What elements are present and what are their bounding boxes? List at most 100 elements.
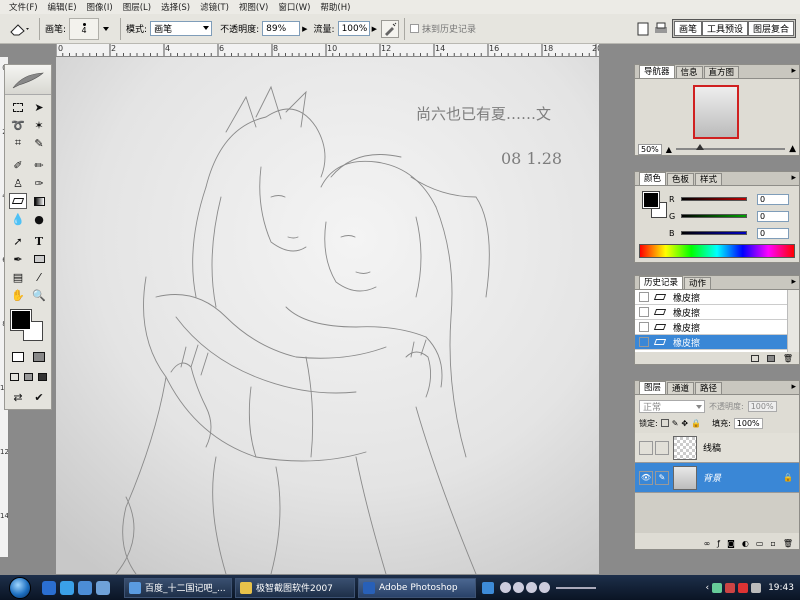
start-button[interactable] xyxy=(0,575,40,600)
flow-input[interactable]: 100% xyxy=(337,21,370,36)
stop-icon[interactable] xyxy=(513,582,524,593)
marquee-tool[interactable] xyxy=(9,99,27,115)
eraser-tool[interactable] xyxy=(9,193,27,209)
history-scrollbar[interactable] xyxy=(787,290,799,352)
menu-edit[interactable]: 编辑(E) xyxy=(43,1,82,13)
history-source-checkbox[interactable] xyxy=(639,292,649,302)
lock-position-icon[interactable]: ✥ xyxy=(681,419,688,428)
pen-tool[interactable]: ✒ xyxy=(9,251,27,267)
move-tool[interactable]: ➤ xyxy=(30,99,48,115)
zoom-slider-thumb[interactable] xyxy=(695,144,704,150)
panel-menu-icon[interactable]: ▸ xyxy=(791,382,796,392)
quicklaunch-app-icon[interactable] xyxy=(78,580,92,595)
tab-layers[interactable]: 图层 xyxy=(639,381,667,394)
tray-chevron-icon[interactable]: ‹ xyxy=(705,583,709,593)
history-source-checkbox[interactable] xyxy=(639,337,649,347)
tray-network-icon[interactable] xyxy=(712,582,723,593)
dock-tab-brushes[interactable]: 画笔 xyxy=(673,21,702,36)
jump-to-imageready-button[interactable]: ⇄ xyxy=(9,389,27,405)
menu-view[interactable]: 视图(V) xyxy=(234,1,273,13)
snapshot-icon[interactable] xyxy=(766,354,775,362)
dock-tab-layer-comps[interactable]: 图层复合 xyxy=(747,21,794,36)
tray-app-icon[interactable] xyxy=(725,582,736,593)
history-source-checkbox[interactable] xyxy=(639,307,649,317)
lock-all-icon[interactable]: 🔒 xyxy=(691,419,701,428)
document-canvas[interactable]: 尚六也已有夏……文 08 1.28 xyxy=(56,57,599,574)
tray-security-icon[interactable] xyxy=(738,582,749,593)
eyedropper-tool[interactable]: ⁄ xyxy=(30,269,48,285)
layer-mask-icon[interactable]: ◙ xyxy=(727,539,735,548)
new-group-icon[interactable]: ▭ xyxy=(756,539,764,548)
dock-tab-tool-presets[interactable]: 工具预设 xyxy=(701,21,748,36)
eye-icon[interactable]: 👁 xyxy=(639,470,653,485)
channel-slider[interactable] xyxy=(681,214,747,218)
notes-tool[interactable]: ▤ xyxy=(9,269,27,285)
type-tool[interactable]: T xyxy=(30,233,48,249)
pause-icon[interactable] xyxy=(500,582,511,593)
history-item[interactable]: 橡皮擦 xyxy=(635,335,787,350)
menu-select[interactable]: 选择(S) xyxy=(156,1,195,13)
color-fg-swatch[interactable] xyxy=(642,191,660,209)
lock-pixels-icon[interactable]: ✎ xyxy=(672,419,679,428)
tab-channels[interactable]: 通道 xyxy=(667,382,695,394)
channel-slider[interactable] xyxy=(681,231,747,235)
screen-mode-standard[interactable] xyxy=(7,369,21,385)
adjustment-layer-icon[interactable]: ◐ xyxy=(742,539,749,548)
zoom-tool[interactable]: 🔍 xyxy=(30,287,48,303)
new-layer-icon[interactable]: ▫ xyxy=(770,539,775,548)
clock[interactable]: 19:43 xyxy=(768,583,794,593)
zoom-slider[interactable] xyxy=(675,144,786,150)
panel-menu-icon[interactable]: ▸ xyxy=(791,173,796,183)
mode-select[interactable]: 画笔 xyxy=(150,21,213,36)
lock-transparency-icon[interactable] xyxy=(660,419,669,427)
history-item[interactable]: 橡皮擦 xyxy=(635,290,787,305)
quicklaunch-media-icon[interactable] xyxy=(42,580,56,595)
tab-navigator[interactable]: 导航器 xyxy=(639,65,675,78)
volume-slider[interactable] xyxy=(556,586,596,589)
panel-menu-icon[interactable]: ▸ xyxy=(791,277,796,287)
clone-stamp-tool[interactable]: ♙ xyxy=(9,175,27,191)
fill-input[interactable]: 100% xyxy=(733,417,763,429)
healing-brush-tool[interactable]: ✐ xyxy=(9,157,27,173)
layer-opacity-input[interactable]: 100% xyxy=(747,400,777,412)
history-item[interactable]: 橡皮擦 xyxy=(635,320,787,335)
file-browser-button[interactable] xyxy=(634,20,652,38)
screen-mode-full[interactable] xyxy=(35,369,49,385)
channel-value[interactable]: 0 xyxy=(757,210,789,222)
tool-preset-picker[interactable] xyxy=(4,20,34,38)
menu-window[interactable]: 窗口(W) xyxy=(273,1,315,13)
tab-histogram[interactable]: 直方图 xyxy=(703,66,740,78)
menu-filter[interactable]: 滤镜(T) xyxy=(195,1,234,13)
opacity-input[interactable]: 89% xyxy=(262,21,301,36)
prev-icon[interactable] xyxy=(526,582,537,593)
media-logo-icon[interactable] xyxy=(482,581,494,594)
magic-wand-tool[interactable]: ✶ xyxy=(30,117,48,133)
tray-volume-icon[interactable] xyxy=(751,582,762,593)
panel-menu-icon[interactable]: ▸ xyxy=(791,66,796,76)
blur-tool[interactable]: 💧 xyxy=(9,211,27,227)
quicklaunch-ie-icon[interactable] xyxy=(60,580,74,595)
toolbox-header[interactable] xyxy=(5,65,51,95)
history-item[interactable]: 橡皮擦 xyxy=(635,305,787,320)
channel-slider[interactable] xyxy=(681,197,747,201)
gradient-tool[interactable] xyxy=(30,193,48,209)
history-brush-tool[interactable]: ✑ xyxy=(30,175,48,191)
channel-value[interactable]: 0 xyxy=(757,227,789,239)
slice-tool[interactable]: ✎ xyxy=(30,135,48,151)
tab-styles[interactable]: 样式 xyxy=(695,173,723,185)
menu-layer[interactable]: 图层(L) xyxy=(118,1,156,13)
quickmask-off-button[interactable] xyxy=(9,349,27,365)
layer-row[interactable]: 👁 ✎ 背景 🔒 xyxy=(635,463,799,493)
visibility-toggle[interactable] xyxy=(639,440,653,455)
screen-mode-fullmenu[interactable] xyxy=(21,369,35,385)
menu-image[interactable]: 图像(I) xyxy=(82,1,118,13)
next-icon[interactable] xyxy=(539,582,550,593)
zoom-out-icon[interactable]: ▲ xyxy=(666,145,672,154)
dodge-tool[interactable]: ● xyxy=(30,211,48,227)
quicklaunch-desktop-icon[interactable] xyxy=(96,580,110,595)
hand-tool[interactable]: ✋ xyxy=(9,287,27,303)
trash-icon[interactable]: 🗑 xyxy=(783,354,793,363)
color-spectrum-bar[interactable] xyxy=(639,244,795,258)
tab-info[interactable]: 信息 xyxy=(675,66,703,78)
zoom-in-icon[interactable]: ▲ xyxy=(789,144,796,154)
